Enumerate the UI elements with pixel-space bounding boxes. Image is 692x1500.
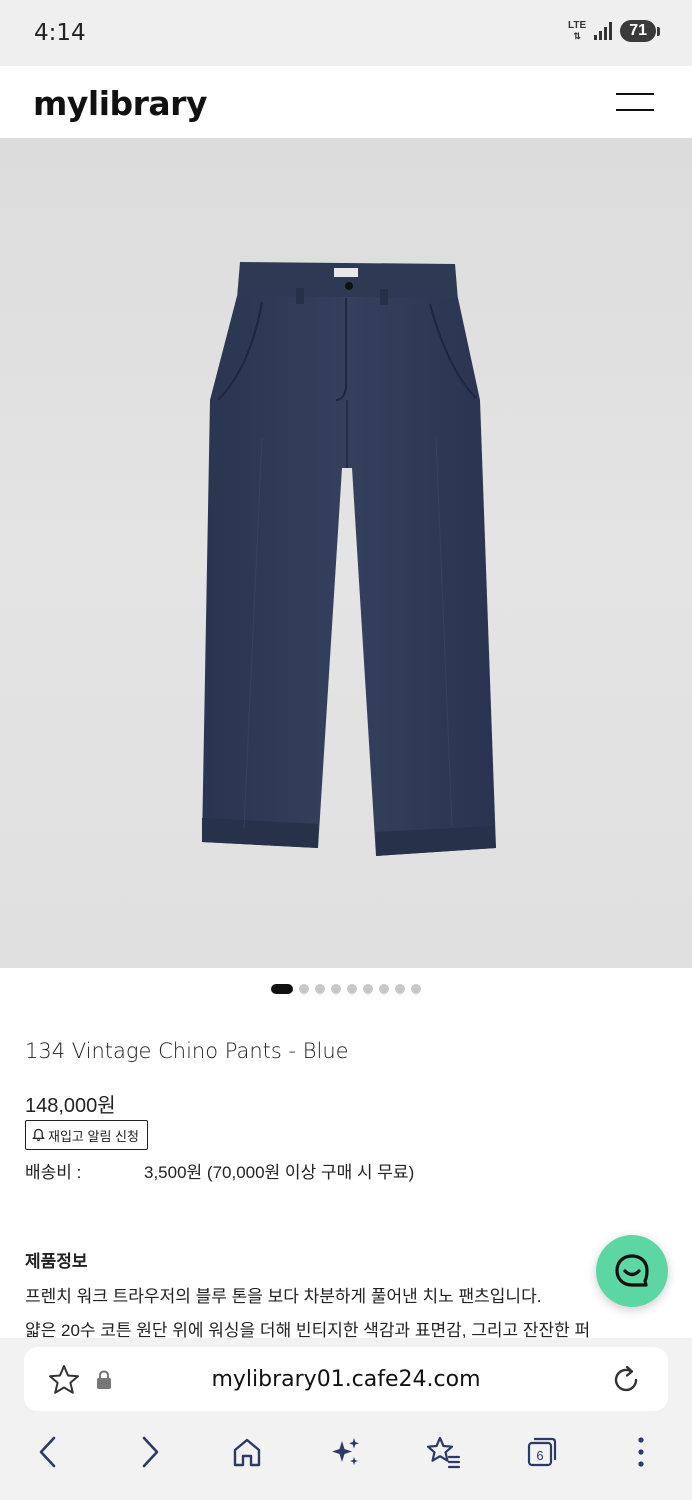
product-name: 134 Vintage Chino Pants - Blue [25,1039,349,1063]
carousel-dot[interactable] [299,984,309,994]
carousel-dot[interactable] [395,984,405,994]
status-indicators: LTE ⇅ 71 [568,19,660,42]
address-bar[interactable]: mylibrary01.cafe24.com [24,1347,668,1411]
sparkle-icon [332,1438,359,1465]
carousel-dot[interactable] [347,984,357,994]
more-vertical-icon [638,1437,644,1467]
carousel-dot[interactable] [271,984,293,994]
carousel-pagination [0,984,692,994]
shipping-fee-row: 배송비 : 3,500원 (70,000원 이상 구매 시 무료) [25,1158,414,1183]
product-image[interactable] [0,138,692,968]
carousel-dot[interactable] [379,984,389,994]
carousel-dot[interactable] [363,984,373,994]
signal-icon [594,22,613,40]
url-text[interactable]: mylibrary01.cafe24.com [24,1367,668,1392]
restock-alert-button[interactable]: 재입고 알림 신청 [25,1120,148,1150]
chat-icon [615,1254,649,1287]
pants-illustration [202,262,496,856]
carousel-dot[interactable] [331,984,341,994]
shipping-fee-label: 배송비 : [25,1163,82,1182]
carousel-dot[interactable] [315,984,325,994]
status-time: 4:14 [34,20,86,46]
battery-level: 71 [629,22,647,39]
home-button[interactable] [223,1428,271,1476]
shipping-fee-value: 3,500원 (70,000원 이상 구매 시 무료) [144,1163,415,1182]
bookmarks-button[interactable] [419,1428,467,1476]
network-type: LTE [568,19,587,31]
restock-alert-label: 재입고 알림 신청 [48,1128,139,1144]
product-info-line: 프렌치 워크 트라우저의 블루 톤을 보다 차분하게 풀어낸 치노 팬츠입니다. [25,1287,542,1306]
forward-button[interactable] [126,1428,174,1476]
status-bar: 4:14 LTE ⇅ 71 [0,0,692,66]
tab-count: 6 [536,1448,543,1463]
hamburger-menu-icon[interactable] [616,91,654,113]
chat-button[interactable] [596,1235,668,1307]
more-options-button[interactable] [617,1428,665,1476]
browser-nav-bar: 6 [0,1428,692,1488]
battery-icon: 71 [620,20,660,42]
ai-assist-button[interactable] [321,1428,369,1476]
site-logo[interactable]: mylibrary [33,84,207,123]
carousel-dot[interactable] [411,984,421,994]
chevron-right-icon [142,1436,159,1468]
product-price: 148,000원 [25,1095,116,1117]
reload-icon[interactable] [609,1363,643,1397]
browser-toolbar: mylibrary01.cafe24.com 6 [0,1338,692,1500]
product-info-heading: 제품정보 [25,1252,88,1271]
tabs-icon: 6 [527,1437,557,1467]
chevron-left-icon [39,1436,56,1468]
lte-indicator: LTE ⇅ [568,19,587,41]
bookmark-list-icon [426,1436,461,1469]
home-icon [233,1438,261,1467]
bell-icon [32,1128,45,1142]
back-button[interactable] [24,1428,72,1476]
site-header: mylibrary [0,66,692,138]
tabs-button[interactable]: 6 [518,1428,566,1476]
